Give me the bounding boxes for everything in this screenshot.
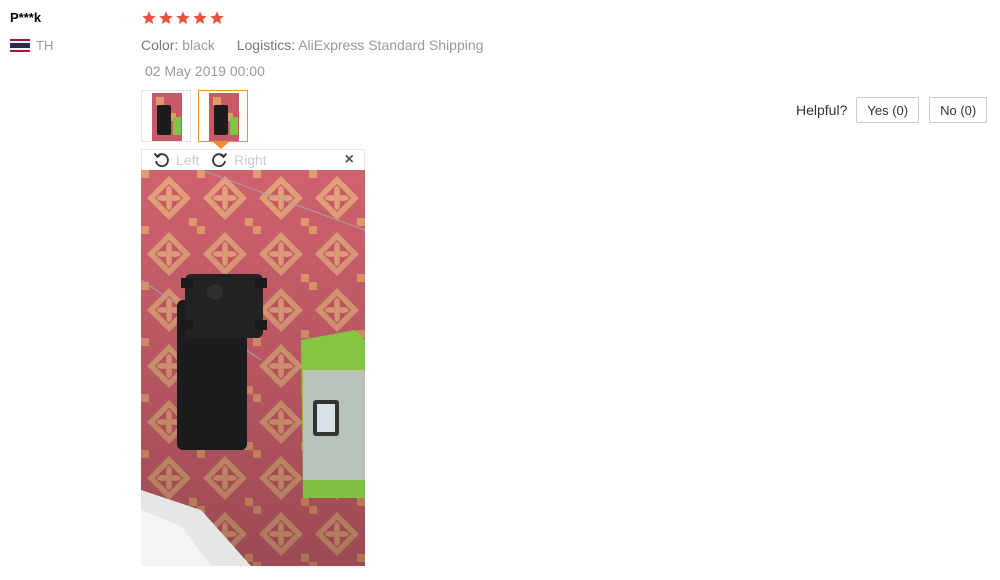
vote-yes-button[interactable]: Yes (0) xyxy=(856,97,920,123)
logistics-value: AliExpress Standard Shipping xyxy=(298,37,484,53)
color-value: black xyxy=(182,37,215,53)
close-icon[interactable]: × xyxy=(345,151,354,169)
rotate-left-icon xyxy=(153,152,169,168)
image-viewer-toolbar: Left Right × xyxy=(141,149,365,170)
thailand-flag-icon xyxy=(10,39,30,52)
review-photo-thumbnail[interactable] xyxy=(141,90,191,142)
vote-no-button[interactable]: No (0) xyxy=(929,97,988,123)
reviewer-country: TH xyxy=(10,38,53,53)
rotate-right-label: Right xyxy=(234,151,267,168)
helpful-label: Helpful? xyxy=(796,102,848,118)
star-icon xyxy=(142,11,156,24)
star-icon xyxy=(159,11,173,24)
logistics-label: Logistics: xyxy=(236,37,296,53)
color-label: Color: xyxy=(141,37,179,53)
country-code: TH xyxy=(36,38,54,53)
review-photo-thumbnail-selected[interactable] xyxy=(198,90,248,142)
selected-thumb-pointer xyxy=(213,142,229,149)
helpful-voting: Helpful? Yes (0) No (0) xyxy=(796,97,988,123)
star-rating xyxy=(141,10,225,26)
review-date: 02 May 2019 00:00 xyxy=(145,63,265,79)
rotate-left-label: Left xyxy=(176,151,200,168)
review-photo-enlarged xyxy=(141,170,365,566)
reviewer-name: P***k xyxy=(10,10,42,25)
star-icon xyxy=(210,11,224,24)
rotate-right-icon xyxy=(212,152,228,168)
star-icon xyxy=(193,11,207,24)
star-icon xyxy=(176,11,190,24)
rotate-left-button[interactable]: Left xyxy=(153,151,199,168)
review-attributes: Color: black Logistics: AliExpress Stand… xyxy=(141,37,483,53)
rotate-right-button[interactable]: Right xyxy=(211,151,267,168)
